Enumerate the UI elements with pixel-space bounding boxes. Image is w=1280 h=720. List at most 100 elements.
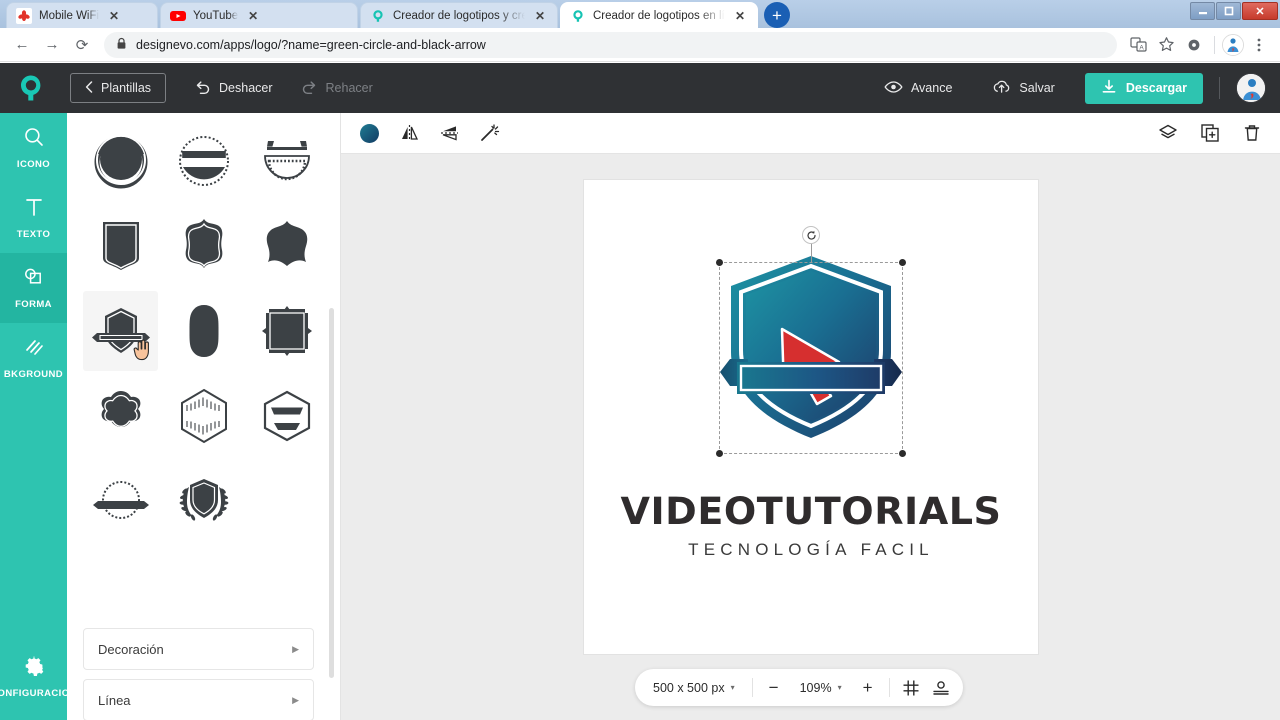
align-icon[interactable] xyxy=(927,674,955,702)
fill-color-swatch-circle xyxy=(359,123,379,143)
navbar-right-icons: A xyxy=(1125,32,1272,58)
tool-rail: ICONO TEXTO FORMA BKGROUND CONFIGURACION xyxy=(0,113,76,720)
zoom-level-dropdown[interactable]: 109% ▾ xyxy=(790,674,852,702)
category-linea[interactable]: Línea ▶ xyxy=(83,679,314,720)
profile-avatar-icon[interactable] xyxy=(1222,33,1244,56)
category-decoracion[interactable]: Decoración ▶ xyxy=(83,628,314,670)
browser-tab-4-active[interactable]: Creador de logotipos en línea gr ✕ xyxy=(560,2,758,28)
panel-scrollbar[interactable] xyxy=(329,308,334,678)
zoom-level-label: 109% xyxy=(799,680,832,695)
save-label: Salvar xyxy=(1019,81,1055,95)
extension-icon[interactable] xyxy=(1181,32,1207,58)
save-button[interactable]: Salvar xyxy=(978,73,1068,103)
grid-icon[interactable] xyxy=(897,674,925,702)
window-maximize-button[interactable] xyxy=(1216,2,1241,20)
shape-shield-laurel-wreath[interactable] xyxy=(166,461,241,541)
canvas-size-dropdown[interactable]: 500 x 500 px ▾ xyxy=(643,674,745,702)
address-bar[interactable]: designevo.com/apps/logo/?name=green-circ… xyxy=(104,31,1117,58)
shape-circle-ribbon-outline[interactable] xyxy=(83,461,158,541)
designevo-icon xyxy=(570,8,586,24)
sidebar-item-icono[interactable]: ICONO xyxy=(0,113,67,183)
shape-rounded-ornate-badge[interactable] xyxy=(83,376,158,456)
tab-title: Mobile WiFi xyxy=(39,9,100,22)
preview-button[interactable]: Avance xyxy=(870,73,966,103)
sidebar-label-icono: ICONO xyxy=(16,159,51,170)
sidebar-item-configuracion[interactable]: CONFIGURACION xyxy=(0,642,76,712)
shape-square-ornate-frame[interactable] xyxy=(249,291,324,371)
window-minimize-button[interactable] xyxy=(1190,2,1215,20)
chevron-left-icon xyxy=(85,80,93,96)
resize-handle-top-right[interactable] xyxy=(898,258,907,267)
shape-rect-ornate-frame[interactable] xyxy=(83,206,158,286)
duplicate-icon[interactable] xyxy=(1198,121,1222,145)
forward-button[interactable]: → xyxy=(38,31,66,59)
reload-button[interactable]: ⟳ xyxy=(68,31,96,59)
resize-handle-bottom-right[interactable] xyxy=(898,449,907,458)
shape-circle-dashed-banner-badge[interactable] xyxy=(166,121,241,201)
preview-label: Avance xyxy=(910,81,953,95)
redo-label: Rehacer xyxy=(325,81,373,95)
flip-vertical-icon[interactable] xyxy=(437,121,461,145)
sidebar-label-texto: TEXTO xyxy=(16,229,51,240)
lock-icon xyxy=(116,37,127,53)
zoom-out-button[interactable]: − xyxy=(760,674,788,702)
shape-category-list: Decoración ▶ Línea ▶ Forma sólida ▶ Form… xyxy=(83,628,314,720)
logo-subtitle-text[interactable]: TECNOLOGÍA FACIL xyxy=(584,540,1038,560)
three-dot-menu-icon[interactable] xyxy=(1246,32,1272,58)
tab-close-button[interactable]: ✕ xyxy=(532,8,548,24)
zoom-divider xyxy=(751,678,753,697)
shape-ogee-shield-frame[interactable] xyxy=(249,206,324,286)
flip-horizontal-icon[interactable] xyxy=(397,121,421,145)
zoom-in-button[interactable]: + xyxy=(854,674,882,702)
redo-button[interactable]: Rehacer xyxy=(287,73,387,103)
new-tab-button[interactable]: + xyxy=(764,2,790,28)
bookmark-star-icon[interactable] xyxy=(1153,32,1179,58)
rotate-handle[interactable] xyxy=(802,226,820,244)
tab-close-button[interactable]: ✕ xyxy=(245,8,261,24)
sidebar-item-bkground[interactable]: BKGROUND xyxy=(0,323,67,393)
sidebar-label-forma: FORMA xyxy=(15,299,52,310)
app-header: Plantillas Deshacer Rehacer Avance Salva… xyxy=(0,63,1280,113)
logo-title-text[interactable]: VIDEOTUTORIALS xyxy=(577,490,1045,533)
eye-icon xyxy=(884,80,903,97)
resize-handle-bottom-left[interactable] xyxy=(715,449,724,458)
tab-title: YouTube xyxy=(193,9,239,22)
tab-close-button[interactable]: ✕ xyxy=(106,8,122,24)
shape-quatrefoil-frame[interactable] xyxy=(166,206,241,286)
delete-trash-icon[interactable] xyxy=(1240,121,1264,145)
browser-tab-1[interactable]: Mobile WiFi ✕ xyxy=(6,2,158,28)
designevo-logo[interactable] xyxy=(14,71,48,105)
layers-icon[interactable] xyxy=(1156,121,1180,145)
shape-half-circle-ribbon-badge[interactable] xyxy=(249,121,324,201)
undo-button[interactable]: Deshacer xyxy=(180,73,287,103)
shape-circle-double-ring-badge[interactable] xyxy=(83,121,158,201)
shape-hexagon-outline-frame[interactable] xyxy=(166,376,241,456)
browser-tabstrip: Mobile WiFi ✕ YouTube ✕ Creador de logot… xyxy=(0,0,1280,28)
shape-hexagon-banded-badge[interactable] xyxy=(249,376,324,456)
download-button[interactable]: Descargar xyxy=(1084,72,1203,104)
category-label: Decoración xyxy=(98,641,164,657)
shape-oval-ornate-badge[interactable] xyxy=(166,291,241,371)
window-controls: ✕ xyxy=(1190,2,1278,20)
sidebar-item-texto[interactable]: TEXTO xyxy=(0,183,67,253)
canvas-toolbar xyxy=(341,113,1280,154)
tab-title: Creador de logotipos en línea gr xyxy=(593,9,725,22)
translate-icon[interactable]: A xyxy=(1125,32,1151,58)
back-button[interactable]: ← xyxy=(8,31,36,59)
huawei-flower-icon xyxy=(16,7,32,24)
browser-tab-3[interactable]: Creador de logotipos y creador d ✕ xyxy=(360,2,558,28)
shapes-panel: Decoración ▶ Línea ▶ Forma sólida ▶ Form… xyxy=(67,113,341,720)
sidebar-item-forma[interactable]: FORMA xyxy=(0,253,67,323)
templates-button[interactable]: Plantillas xyxy=(70,73,167,103)
window-close-button[interactable]: ✕ xyxy=(1242,2,1278,20)
browser-tab-2[interactable]: YouTube ✕ xyxy=(160,2,358,28)
user-avatar[interactable] xyxy=(1236,73,1266,103)
fill-color-swatch[interactable] xyxy=(357,121,381,145)
cloud-upload-icon xyxy=(992,79,1011,97)
shape-grid xyxy=(83,121,328,541)
selection-bounding-box[interactable] xyxy=(715,226,907,458)
shape-shield-with-ribbon[interactable] xyxy=(83,291,158,371)
tab-close-button[interactable]: ✕ xyxy=(732,8,748,24)
resize-handle-top-left[interactable] xyxy=(715,258,724,267)
effects-magic-icon[interactable] xyxy=(477,121,501,145)
